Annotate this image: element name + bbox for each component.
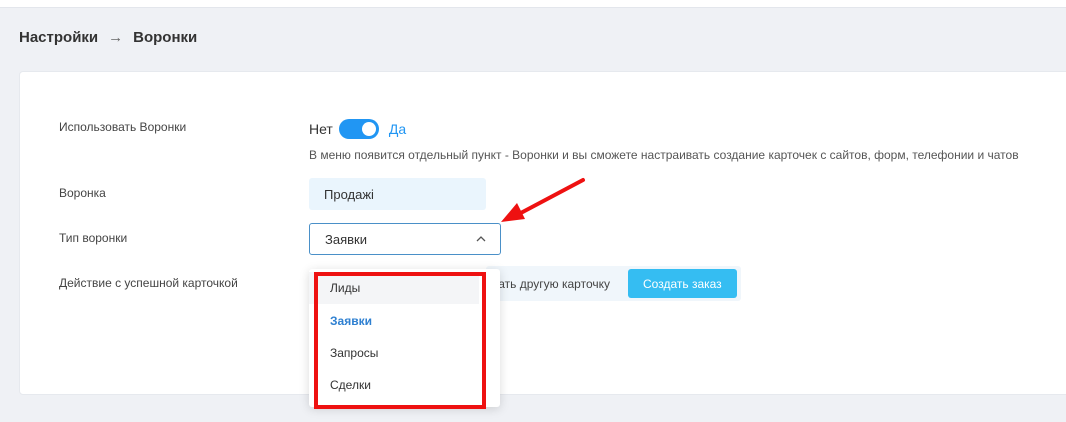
create-other-card-option[interactable]: здать другую карточку <box>486 277 628 291</box>
breadcrumb-arrow-icon: → <box>108 29 124 46</box>
use-funnels-label: Использовать Воронки <box>59 120 187 134</box>
chevron-up-icon <box>476 236 486 242</box>
funnel-label: Воронка <box>59 186 106 200</box>
toggle-on-label[interactable]: Да <box>389 121 406 137</box>
success-action-group: здать другую карточку Создать заказ <box>486 266 741 301</box>
funnel-type-label: Тип воронки <box>59 231 128 245</box>
top-bar <box>0 0 1066 8</box>
annotation-arrow-icon <box>501 178 585 222</box>
annotation-highlight-box <box>314 272 486 409</box>
page-title: Воронки <box>133 29 198 46</box>
breadcrumb: Настройки → Воронки <box>19 29 197 46</box>
funnel-type-select[interactable]: Заявки <box>309 223 501 255</box>
use-funnels-hint: В меню появится отдельный пункт - Воронк… <box>309 148 1019 162</box>
toggle-knob <box>361 122 376 136</box>
toggle-off-label[interactable]: Нет <box>309 121 333 137</box>
success-action-label: Действие с успешной карточкой <box>59 276 238 290</box>
funnel-type-value: Заявки <box>325 231 367 247</box>
create-order-button[interactable]: Создать заказ <box>628 269 737 298</box>
funnel-input[interactable]: Продажі <box>309 178 486 210</box>
use-funnels-toggle[interactable] <box>338 119 379 139</box>
use-funnels-toggle-row: Нет Да <box>309 119 406 139</box>
breadcrumb-settings[interactable]: Настройки <box>19 29 98 46</box>
